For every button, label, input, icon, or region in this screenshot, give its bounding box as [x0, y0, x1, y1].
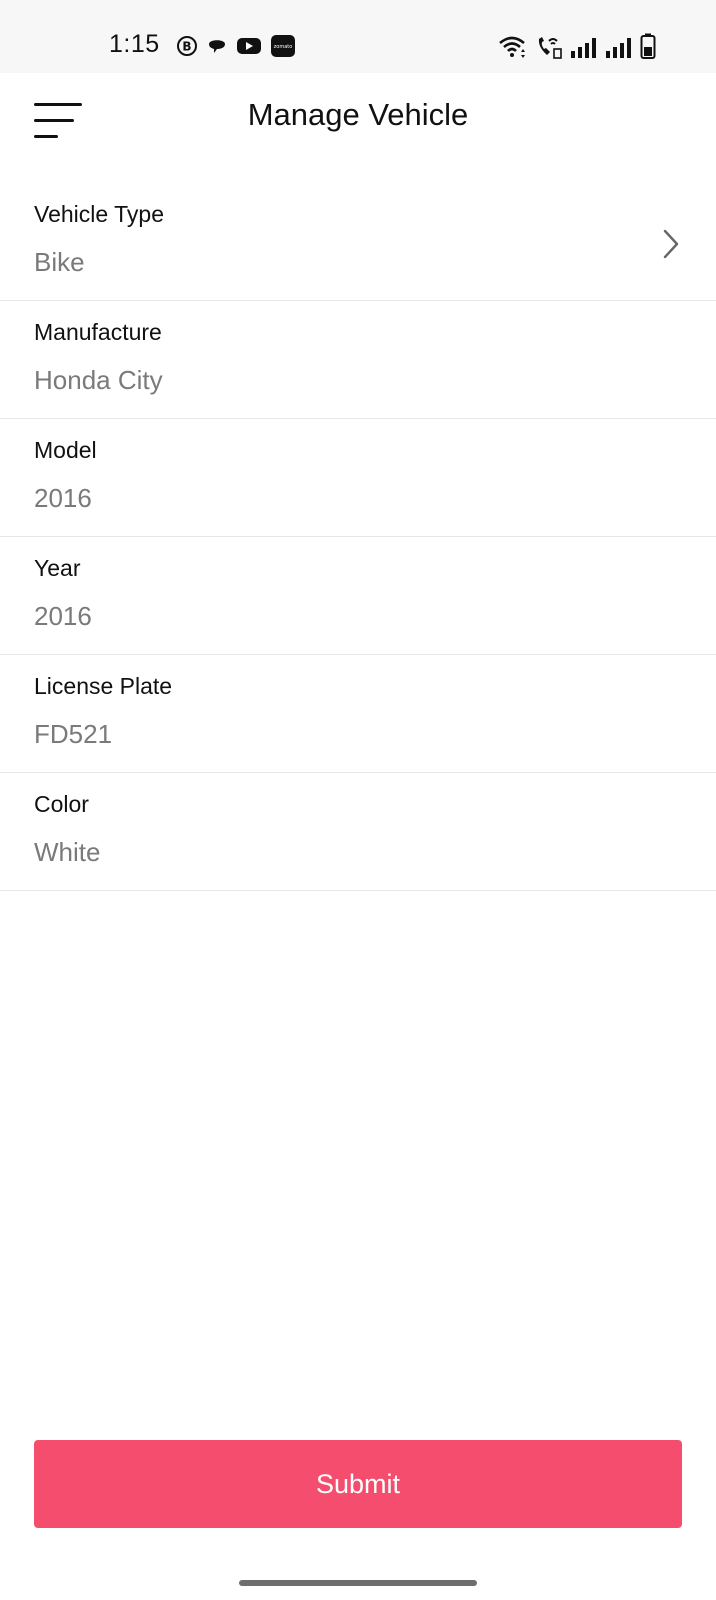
gesture-nav-bar[interactable] — [239, 1580, 477, 1586]
vehicle-form: Vehicle Type Bike Manufacture Honda City… — [0, 183, 716, 891]
zomato-icon: zomato — [270, 34, 296, 63]
signal-icon — [570, 37, 598, 64]
license-plate-row[interactable]: License Plate FD521 — [0, 655, 716, 773]
field-label: Model — [34, 437, 97, 463]
svg-text:B: B — [182, 40, 191, 54]
field-value[interactable]: FD521 — [34, 719, 112, 750]
svg-text:zomato: zomato — [274, 44, 293, 50]
field-label: Color — [34, 791, 89, 817]
model-row[interactable]: Model 2016 — [0, 419, 716, 537]
status-bar: 1:15 B zomato — [0, 0, 716, 73]
submit-button[interactable]: Submit — [34, 1440, 682, 1528]
chevron-right-icon[interactable] — [662, 229, 680, 259]
chat-bubble-icon — [206, 35, 228, 62]
field-label: Year — [34, 555, 81, 581]
year-row[interactable]: Year 2016 — [0, 537, 716, 655]
menu-line — [34, 135, 58, 138]
field-value[interactable]: White — [34, 837, 100, 868]
field-value: Bike — [34, 247, 85, 277]
wifi-icon — [498, 35, 528, 64]
manage-vehicle-screen: 1:15 B zomato Manage Vehicle Vehicle Typ… — [0, 0, 716, 1600]
field-value[interactable]: Honda City — [34, 365, 163, 396]
field-label: License Plate — [34, 673, 173, 699]
color-row[interactable]: Color White — [0, 773, 716, 891]
b-circle-icon: B — [176, 35, 198, 62]
manufacture-row[interactable]: Manufacture Honda City — [0, 301, 716, 419]
battery-icon — [640, 33, 656, 64]
vehicle-type-row[interactable]: Vehicle Type Bike — [0, 183, 716, 301]
field-label: Manufacture — [34, 319, 162, 345]
field-value[interactable]: 2016 — [34, 601, 92, 632]
youtube-icon — [236, 36, 262, 61]
wifi-call-icon — [535, 35, 563, 64]
notification-icons: B zomato — [176, 34, 296, 63]
system-icons — [498, 33, 656, 64]
field-value[interactable]: 2016 — [34, 483, 92, 514]
status-time: 1:15 — [109, 30, 160, 58]
field-label: Vehicle Type — [34, 201, 165, 227]
app-header: Manage Vehicle — [0, 73, 716, 173]
signal-icon — [605, 37, 633, 64]
page-title: Manage Vehicle — [247, 97, 469, 132]
